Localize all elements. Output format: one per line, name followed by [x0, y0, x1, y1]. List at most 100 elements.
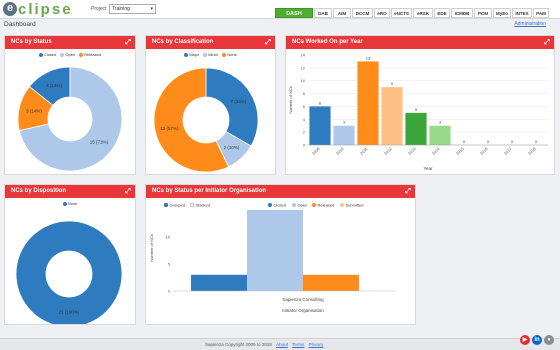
card-ncs-by-status: NCs by Status ⤢ Closed Open Released 3 (14… — [4, 35, 136, 175]
legend-dot — [62, 201, 67, 206]
card-title: NCs by Status — [11, 39, 52, 45]
logo-text-b: ipse — [34, 0, 73, 18]
x-tick-label: 2009 — [311, 146, 321, 156]
bar-2012[interactable] — [381, 87, 403, 145]
tab-ero[interactable]: eRO — [374, 8, 390, 18]
y-tick-label: 10 — [301, 78, 306, 83]
project-label: Project — [91, 6, 107, 12]
legend-dot — [38, 52, 43, 57]
legend-dot — [79, 52, 84, 57]
eclipse-logo[interactable]: e clipse — [3, 0, 73, 18]
bar-2013[interactable] — [405, 112, 427, 145]
card-ncs-by-disposition: NCs by Disposition ⤢ None 21 (100%) — [4, 184, 136, 328]
card-header: NCs by Disposition ⤢ — [5, 185, 135, 198]
bar-data-label: 0 — [535, 139, 538, 144]
footer: Sapienza Copyright 2009 to 2018 About Te… — [0, 338, 560, 350]
bar-data-label: 3 — [439, 120, 442, 125]
footer-link-privacy[interactable]: Privacy — [309, 342, 324, 347]
footer-link-terms[interactable]: Terms — [292, 342, 304, 347]
tab-encts[interactable]: eNCTS — [391, 8, 412, 18]
initiator-bar-chart: Grouped Stacked Closed Open Released Submitte… — [149, 202, 396, 313]
social-links: ▶ in ● — [520, 335, 554, 345]
project-select[interactable]: Training ▾ — [109, 4, 156, 14]
card-header: NCs by Status per Initiator Organisation… — [146, 185, 415, 198]
card-header: NCs Worked On per Year ⤢ — [286, 36, 554, 49]
pie-data-label: 12 (57%) — [160, 126, 179, 131]
tab-icmdb[interactable]: ICMDB — [451, 8, 473, 18]
radio-grouped[interactable] — [163, 202, 169, 208]
x-tick-label: 2015 — [455, 146, 465, 156]
footer-link-about[interactable]: About — [276, 342, 288, 347]
bar-data-label: 0 — [463, 139, 466, 144]
card-title: NCs by Classification — [152, 39, 214, 45]
linkedin-icon[interactable]: in — [532, 335, 542, 345]
radio-stacked[interactable] — [189, 202, 195, 208]
y-tick-label: 2 — [303, 130, 306, 135]
legend-item-closed[interactable]: Closed — [274, 203, 286, 208]
tab-dash[interactable]: DASH — [275, 8, 313, 18]
y-tick-label: 0 — [303, 143, 306, 148]
youtube-icon[interactable]: ▶ — [520, 335, 530, 345]
x-tick-label: 2014 — [431, 146, 441, 156]
bar-2011[interactable] — [357, 61, 379, 145]
y-tick-label: 5 — [168, 262, 171, 267]
y-axis-label: Number of NCs — [288, 86, 293, 114]
logo-e-mark: e — [3, 2, 17, 16]
card-title: NCs Worked On per Year — [292, 39, 363, 45]
legend-item-grouped[interactable]: Grouped — [170, 203, 186, 208]
administration-link[interactable]: Administration — [514, 21, 546, 27]
x-tick-label: 2010 — [335, 146, 345, 156]
pie-slice-major[interactable] — [205, 67, 259, 147]
legend-item-open[interactable]: Open — [298, 203, 308, 208]
expand-icon[interactable]: ⤢ — [125, 36, 131, 49]
tab-pam[interactable]: PAM — [533, 8, 549, 18]
tab-ersk[interactable]: eRSK — [413, 8, 433, 18]
legend-dot — [184, 52, 189, 57]
x-tick-label: 2012 — [383, 146, 393, 156]
tab-intex[interactable]: INTEX — [512, 8, 532, 18]
y-tick-label: 12 — [301, 65, 306, 70]
card-title: NCs by Disposition — [11, 188, 67, 194]
card-ncs-by-initiator: NCs by Status per Initiator Organisation… — [145, 184, 416, 325]
tab-ede[interactable]: EDE — [434, 8, 450, 18]
expand-icon[interactable]: ⤢ — [265, 36, 271, 49]
bar-closed[interactable] — [191, 274, 247, 291]
legend-dot[interactable] — [268, 203, 272, 207]
legend-dot[interactable] — [292, 203, 296, 207]
bar-open[interactable] — [247, 210, 303, 291]
x-tick-label: 2013 — [407, 146, 417, 156]
expand-icon[interactable]: ⤢ — [544, 36, 550, 49]
tab-dccm[interactable]: DCCM — [352, 8, 373, 18]
tab-myeo[interactable]: MyEo — [493, 8, 511, 18]
bar-released[interactable] — [303, 274, 359, 291]
legend-item-released[interactable]: Released — [318, 203, 335, 208]
legend-dot[interactable] — [340, 203, 344, 207]
x-tick-label: 2011 — [359, 146, 369, 156]
legend-item-stacked[interactable]: Stacked — [196, 203, 210, 208]
page-title: Dashboard — [4, 21, 36, 28]
expand-icon[interactable]: ⤢ — [125, 185, 131, 198]
chat-icon[interactable]: ● — [544, 335, 554, 345]
tab-dab[interactable]: DAB — [314, 8, 332, 18]
legend-dot — [222, 52, 227, 57]
expand-icon[interactable]: ⤢ — [405, 185, 411, 198]
bar-data-label: 13 — [366, 55, 371, 60]
pie-data-label: 3 (14%) — [26, 108, 42, 113]
top-bar: e clipse Project Training ▾ DASH DAB AIM DC… — [0, 0, 560, 19]
card-header: NCs by Status ⤢ — [5, 36, 135, 49]
legend-dot — [60, 52, 65, 57]
classification-donut-chart: 7 (33%) 2 (10%) 12 (57%) — [153, 67, 259, 173]
bar-2010[interactable] — [333, 125, 355, 145]
bar-2009[interactable] — [309, 106, 331, 145]
legend-item-submitted[interactable]: Submitted — [346, 203, 364, 208]
x-axis-label: Initiator Organisation — [282, 308, 324, 313]
tab-aim[interactable]: AIM — [333, 8, 351, 18]
pie-data-label: 15 (71%) — [90, 140, 109, 145]
disposition-donut-chart: 21 (100%) — [15, 220, 123, 328]
project-select-value: Training — [112, 6, 130, 12]
tab-pcm[interactable]: PCM — [474, 8, 492, 18]
bar-2014[interactable] — [429, 125, 451, 145]
legend-dot[interactable] — [312, 203, 316, 207]
footer-text: Sapienza Copyright 2009 to 2018 About Te… — [205, 342, 323, 347]
card-ncs-by-classification: NCs by Classification ⤢ Major Minor None 7… — [145, 35, 276, 175]
